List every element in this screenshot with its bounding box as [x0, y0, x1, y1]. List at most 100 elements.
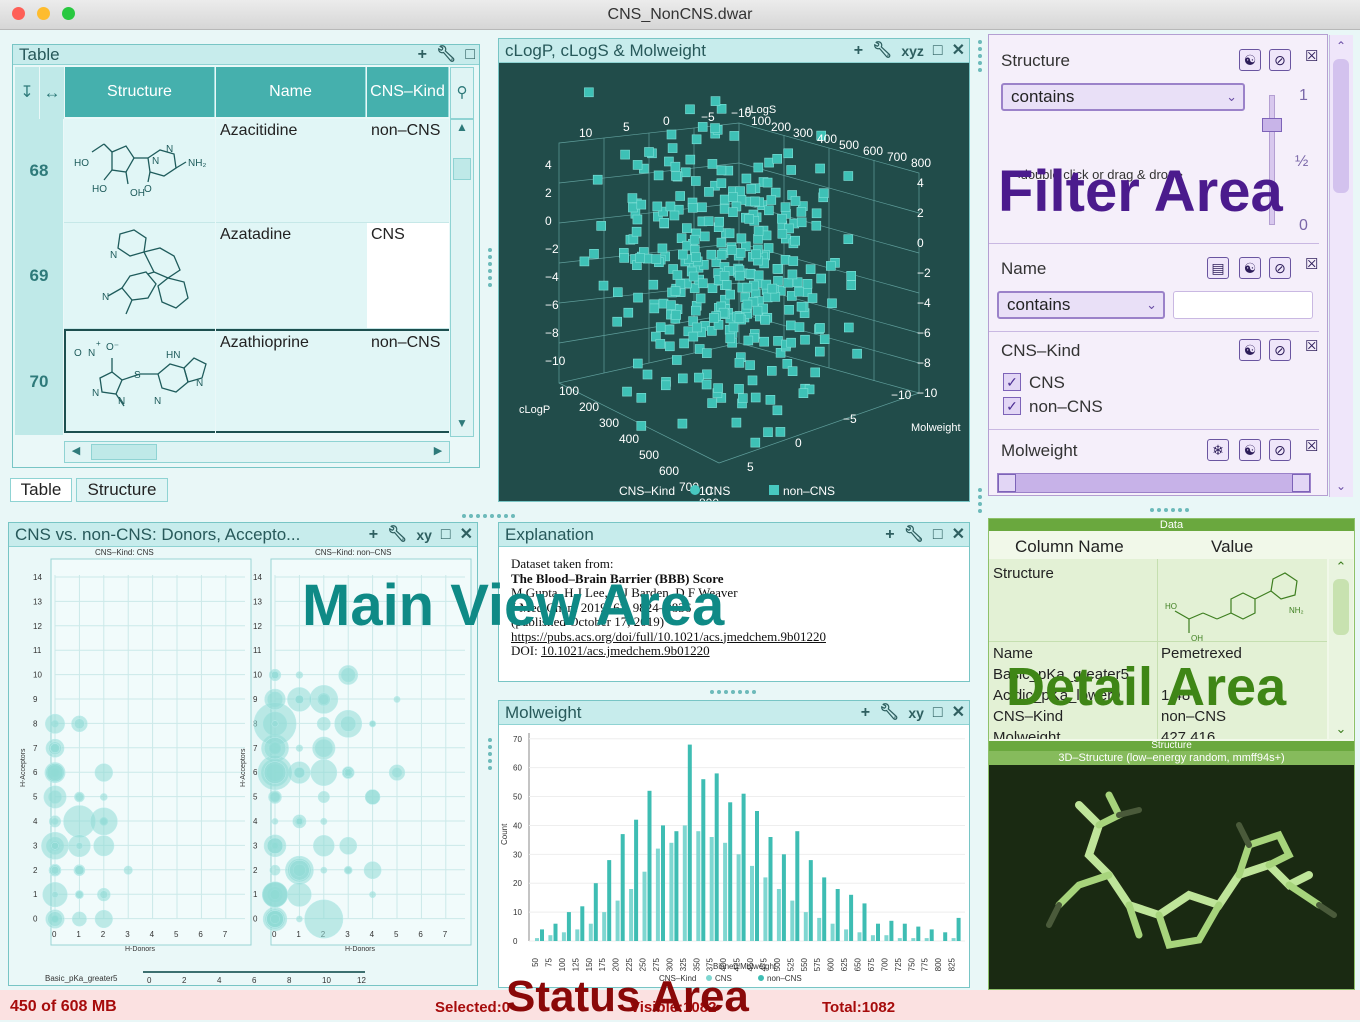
name-mode-select[interactable]: contains ⌄ [997, 291, 1165, 319]
data-bubble [294, 694, 304, 704]
histogram-bar [661, 825, 665, 941]
scroll-left-icon[interactable]: ◀ [67, 444, 85, 460]
scatter-3d-canvas[interactable]: cLogS cLogP Molweight 10 5 0 −5 −10100 200 300… [499, 63, 969, 501]
close-icon[interactable]: ✕ [952, 701, 965, 724]
structure-mode-select[interactable]: contains ⌄ [1001, 83, 1245, 111]
add-icon[interactable]: + [369, 523, 378, 546]
export-icon[interactable]: ↧ [15, 67, 39, 119]
add-icon[interactable]: + [854, 39, 863, 62]
close-icon[interactable]: ✕ [952, 523, 965, 546]
axis-xyz-icon[interactable]: xyz [901, 39, 924, 62]
scroll-thumb[interactable] [1333, 59, 1349, 193]
scroll-up-icon[interactable]: ⌃ [1332, 559, 1350, 575]
kind-cell[interactable]: CNS [367, 223, 449, 329]
add-icon[interactable]: + [885, 523, 894, 546]
kind-noncns-checkbox[interactable]: ✓ [1003, 397, 1021, 415]
wrench-icon[interactable]: 🔧︎ [904, 523, 924, 546]
data-point-cube [752, 305, 763, 316]
split-handle[interactable] [1150, 508, 1189, 512]
column-header-cns-kind[interactable]: CNS–Kind [367, 67, 449, 117]
data-point-cube [810, 367, 821, 378]
invert-icon[interactable]: ☯ [1239, 257, 1261, 279]
scroll-thumb[interactable] [453, 158, 471, 180]
axis-xy-icon[interactable]: xy [416, 523, 432, 546]
wrench-icon[interactable]: 🔧︎ [872, 39, 892, 62]
data-point-cube [827, 298, 837, 309]
split-handle[interactable] [488, 738, 492, 770]
name-cell[interactable]: Azacitidine [216, 119, 367, 223]
invert-icon[interactable]: ☯ [1239, 439, 1261, 461]
close-icon[interactable]: ☒ [1305, 255, 1318, 273]
settings-icon[interactable]: ❄ [1207, 439, 1229, 461]
kind-cns-checkbox[interactable]: ✓ [1003, 373, 1021, 391]
resize-columns-icon[interactable]: ↔ [40, 67, 64, 119]
wrench-icon[interactable]: 🔧︎ [436, 45, 456, 64]
close-icon[interactable]: ☒ [1305, 47, 1318, 65]
histogram-bar [728, 802, 733, 941]
scroll-down-icon[interactable]: ⌄ [1332, 721, 1350, 737]
slider-thumb[interactable] [1262, 118, 1282, 132]
axis-xy-icon[interactable]: xy [908, 701, 924, 724]
tab-table[interactable]: Table [10, 478, 72, 502]
disable-icon[interactable]: ⊘ [1269, 49, 1291, 71]
maximize-icon[interactable]: □ [465, 45, 475, 64]
maximize-icon[interactable]: □ [441, 523, 451, 546]
kind-cell[interactable]: non–CNS [367, 329, 449, 433]
disable-icon[interactable]: ⊘ [1269, 339, 1291, 361]
name-cell[interactable]: Azathioprine [216, 329, 367, 433]
split-handle[interactable] [978, 488, 982, 513]
maximize-icon[interactable]: □ [933, 523, 943, 546]
name-cell[interactable]: Azatadine [216, 223, 367, 329]
scroll-right-icon[interactable]: ▶ [429, 444, 447, 460]
data-point-cube [666, 129, 677, 140]
split-handle[interactable] [978, 40, 982, 72]
detail-value[interactable]: 427.416 [1161, 729, 1215, 739]
y-tick-label: 4 [253, 817, 258, 826]
invert-icon[interactable]: ☯ [1239, 339, 1261, 361]
scroll-thumb[interactable] [91, 444, 157, 460]
column-header-name[interactable]: Name [216, 67, 366, 117]
close-icon[interactable]: ✕ [460, 523, 473, 546]
close-icon[interactable]: ☒ [1305, 337, 1318, 355]
data-point-cube [691, 176, 701, 186]
tab-structure[interactable]: Structure [76, 478, 168, 502]
disable-icon[interactable]: ⊘ [1269, 257, 1291, 279]
close-icon[interactable]: ☒ [1305, 437, 1318, 455]
histogram-canvas[interactable]: 0 10 20 30 40 50 60 70 50 75 100 125 150 175 200 225 250… [499, 725, 969, 987]
kind-cell[interactable]: non–CNS [367, 119, 449, 223]
molweight-range-slider[interactable] [997, 473, 1311, 493]
maximize-icon[interactable]: □ [933, 39, 943, 62]
split-handle[interactable] [710, 690, 756, 694]
horizontal-scrollbar[interactable]: ◀ ▶ [64, 441, 450, 463]
scroll-thumb[interactable] [1333, 579, 1349, 635]
split-handle[interactable] [488, 248, 492, 287]
close-icon[interactable]: ✕ [952, 39, 965, 62]
detail-3d-viewer[interactable] [989, 765, 1354, 989]
invert-icon[interactable]: ☯ [1239, 49, 1261, 71]
split-handle[interactable] [462, 514, 515, 518]
search-icon[interactable]: ⚲ [450, 67, 474, 119]
add-icon[interactable]: + [861, 701, 870, 724]
list-toggle-icon[interactable]: ▤ [1207, 257, 1229, 279]
scroll-down-icon[interactable]: ▼ [453, 416, 471, 436]
histogram-bar [803, 912, 808, 941]
y-tick-label: 1 [33, 890, 38, 899]
scroll-up-icon[interactable]: ⌃ [1332, 39, 1350, 53]
wrench-icon[interactable]: 🔧︎ [879, 701, 899, 724]
maximize-icon[interactable]: □ [933, 701, 943, 724]
column-header-structure[interactable]: Structure [65, 67, 215, 117]
range-max-thumb[interactable] [1292, 474, 1310, 492]
histogram-bar [776, 889, 781, 941]
range-min-thumb[interactable] [998, 474, 1016, 492]
scroll-up-icon[interactable]: ▲ [453, 120, 471, 140]
name-filter-input[interactable] [1173, 291, 1313, 319]
filter-scrollbar[interactable]: ⌃ ⌄ [1329, 35, 1353, 497]
vertical-scrollbar[interactable]: ▲ ▼ [450, 119, 474, 437]
doi-link[interactable]: 10.1021/acs.jmedchem.9b01220 [541, 643, 710, 658]
wrench-icon[interactable]: 🔧︎ [387, 523, 407, 546]
add-icon[interactable]: + [418, 45, 427, 64]
detail-scrollbar[interactable]: ⌃ ⌄ [1329, 559, 1353, 739]
disable-icon[interactable]: ⊘ [1269, 439, 1291, 461]
scroll-down-icon[interactable]: ⌄ [1332, 479, 1350, 493]
data-bubble [43, 785, 67, 809]
